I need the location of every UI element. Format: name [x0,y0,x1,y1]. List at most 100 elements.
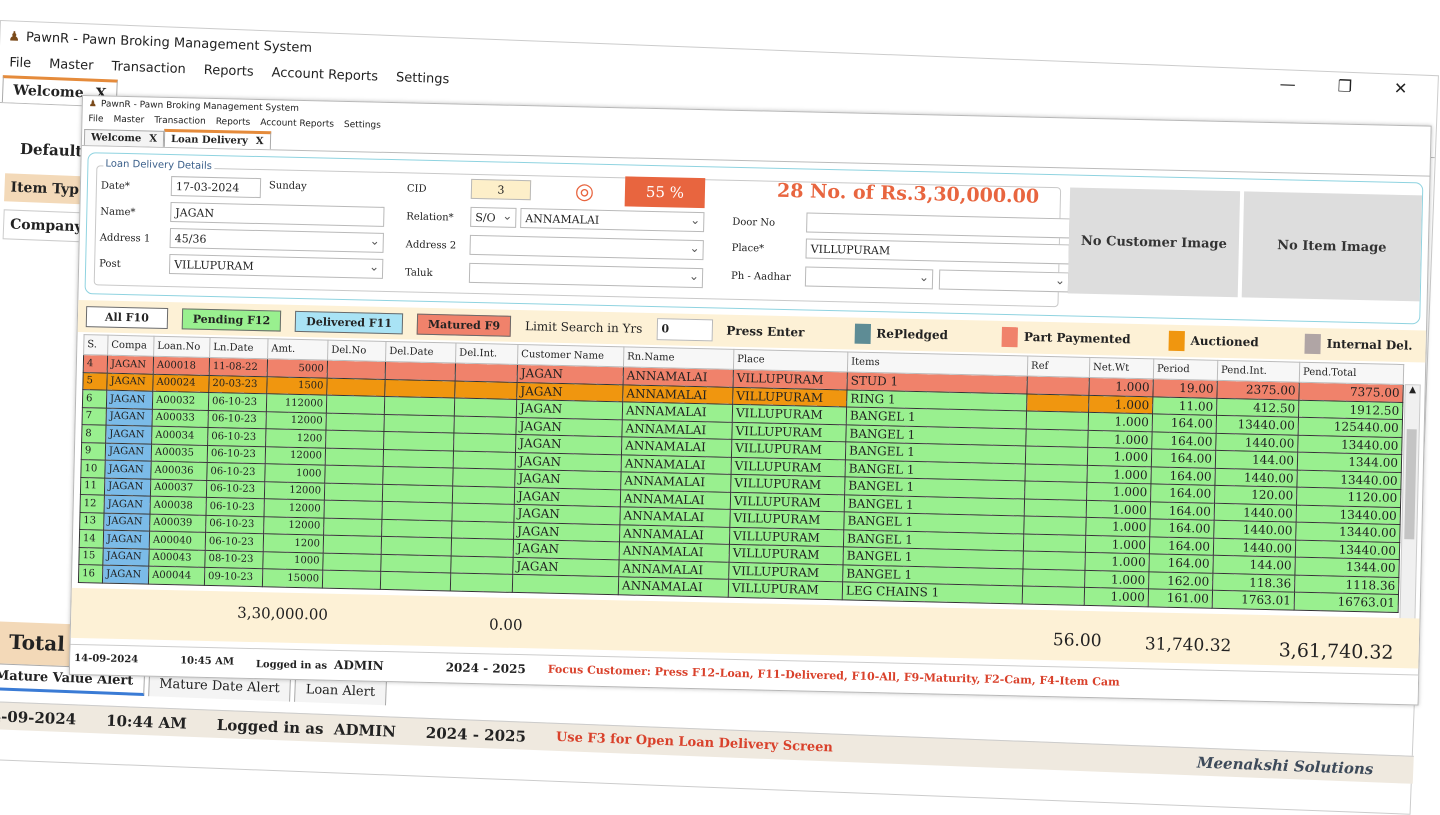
table-cell[interactable]: 1.000 [1084,587,1149,607]
table-cell[interactable] [1022,585,1085,605]
table-cell[interactable]: 1.000 [1085,534,1150,554]
table-cell[interactable] [455,363,518,382]
table-cell[interactable]: 164.00 [1151,431,1217,451]
table-cell[interactable]: JAGAN [102,547,150,567]
table-cell[interactable] [452,468,516,487]
table-cell[interactable]: JAGAN [105,425,153,444]
table-cell[interactable]: ANNAMALAI [618,576,729,597]
table-cell[interactable]: 164.00 [1151,448,1216,468]
table-cell[interactable] [383,413,455,434]
column-header[interactable]: Ln.Date [209,337,269,359]
table-cell[interactable] [1024,480,1087,500]
table-cell[interactable]: LEG CHAINS 1 [842,581,1023,604]
menu-file[interactable]: File [88,114,103,124]
table-cell[interactable] [454,380,518,400]
table-cell[interactable]: JAGAN [103,512,151,532]
table-cell[interactable]: JAGAN [106,390,153,409]
table-cell[interactable]: 1.000 [1088,412,1153,432]
taluk-field[interactable] [468,262,704,289]
column-header[interactable]: Pend.Int. [1217,360,1300,383]
table-cell[interactable]: 12000 [265,411,327,431]
aadhar-field[interactable] [938,269,1070,293]
table-cell[interactable] [326,377,386,397]
table-cell[interactable]: 12000 [263,498,325,518]
table-cell[interactable]: 161.00 [1148,588,1213,608]
table-cell[interactable]: 14 [79,529,104,548]
table-cell[interactable]: 16763.01 [1294,592,1399,612]
table-cell[interactable]: 164.00 [1150,501,1215,521]
scroll-up-icon[interactable]: ▲ [1406,385,1420,395]
column-header[interactable]: Amt. [267,338,329,361]
table-cell[interactable]: 1.000 [1086,499,1151,519]
table-cell[interactable] [382,483,453,504]
table-cell[interactable]: 06-10-23 [206,479,265,499]
table-cell[interactable]: 1.000 [1086,464,1152,484]
table-cell[interactable]: JAGAN [107,355,154,374]
table-cell[interactable]: 12000 [263,516,324,536]
table-cell[interactable]: 1.000 [1084,552,1150,572]
table-cell[interactable]: 06-10-23 [206,462,266,482]
table-cell[interactable]: 06-10-23 [205,514,264,534]
close-icon[interactable]: ✕ [1394,79,1408,99]
table-cell[interactable]: A00039 [149,513,207,533]
table-cell[interactable]: 15 [78,547,104,566]
column-header[interactable]: Net.Wt [1089,357,1154,379]
table-cell[interactable]: 164.00 [1150,466,1216,486]
relation-name-field[interactable]: ANNAMALAI [520,207,705,233]
table-cell[interactable] [1025,446,1088,465]
table-cell[interactable] [451,537,514,557]
table-cell[interactable]: 19.00 [1152,378,1218,398]
table-cell[interactable]: 12000 [264,481,325,501]
table-cell[interactable]: 164.00 [1152,413,1217,433]
table-cell[interactable]: A00037 [150,478,207,498]
column-header[interactable]: Del.Int. [455,343,518,365]
table-cell[interactable]: 1000 [264,463,326,483]
column-header[interactable]: Place [733,349,848,372]
table-cell[interactable]: 144.00 [1215,450,1298,470]
table-cell[interactable]: A00036 [150,461,208,480]
cid-field[interactable]: 3 [470,178,532,201]
place-field[interactable]: VILLUPURAM [805,238,1070,265]
table-cell[interactable] [451,520,514,540]
table-cell[interactable]: 1440.00 [1214,467,1298,488]
column-header[interactable]: Pend.Total [1299,362,1404,385]
table-cell[interactable]: JAGAN [104,495,151,514]
table-cell[interactable]: 10 [80,459,106,478]
table-cell[interactable] [381,536,452,556]
table-cell[interactable]: A00024 [152,373,210,393]
table-cell[interactable] [1026,376,1090,395]
table-cell[interactable]: 20-03-23 [208,374,268,394]
delivered-button[interactable]: Delivered F11 [295,310,404,334]
menu-master[interactable]: Master [49,56,94,73]
table-cell[interactable]: 11.00 [1152,396,1217,416]
table-cell[interactable]: A00035 [151,443,208,463]
table-cell[interactable]: 1440.00 [1215,432,1299,453]
table-cell[interactable]: A00044 [148,566,205,585]
table-cell[interactable] [453,415,517,435]
table-cell[interactable] [452,485,515,505]
post-field[interactable]: VILLUPURAM [168,254,384,279]
column-header[interactable]: Del.Date [385,341,456,364]
table-cell[interactable]: 06-10-23 [208,392,267,412]
menu-reports[interactable]: Reports [203,62,253,79]
table-cell[interactable]: 1.000 [1085,517,1151,537]
column-header[interactable]: Compa [107,335,155,357]
column-header[interactable]: Period [1153,358,1218,381]
table-cell[interactable] [1023,550,1086,570]
menu-settings[interactable]: Settings [396,70,450,87]
table-cell[interactable] [382,466,454,486]
table-cell[interactable] [325,412,385,432]
tab-close-icon[interactable]: X [256,136,264,147]
table-cell[interactable] [1026,411,1089,430]
name-field[interactable]: JAGAN [170,202,385,227]
all-button[interactable]: All F10 [85,305,169,329]
doorno-field[interactable] [806,212,1071,239]
pending-button[interactable]: Pending F12 [181,307,282,332]
table-cell[interactable]: A00033 [152,408,209,428]
table-cell[interactable]: 7 [82,407,107,426]
scroll-thumb[interactable] [1404,429,1417,540]
table-cell[interactable] [1023,515,1087,535]
table-cell[interactable]: JAGAN [103,530,150,549]
table-cell[interactable]: 412.50 [1216,397,1299,418]
table-cell[interactable]: 06-10-23 [207,427,266,447]
